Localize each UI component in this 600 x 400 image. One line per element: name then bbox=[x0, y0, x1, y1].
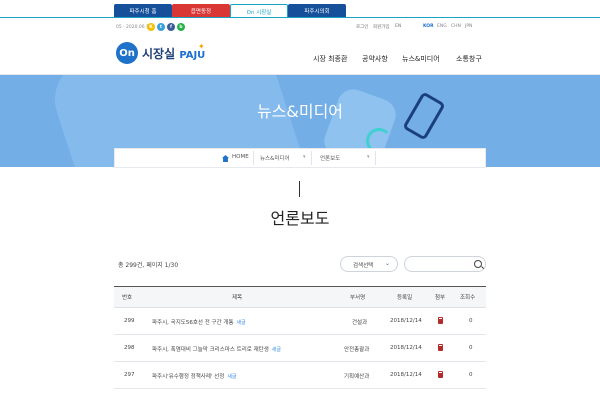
breadcrumb: HOME 뉴스&미디어 ▾ 언론보도 ▾ bbox=[114, 148, 486, 168]
table-row[interactable]: 297 파주시'유수행정 정책사례' 선정 새글 기획예산과 2018/12/14… bbox=[114, 362, 486, 389]
utility-bar: 05 · 2020.06 현재 K t f b 로그인 회원가입 EN KOR … bbox=[0, 21, 600, 35]
en-link[interactable]: EN bbox=[395, 24, 401, 29]
banner-title: 뉴스&미디어 bbox=[256, 102, 344, 121]
th-dept: 부서명 bbox=[350, 295, 366, 301]
lang-jpn[interactable]: JPN bbox=[465, 24, 472, 29]
lang-eng[interactable]: ENG bbox=[437, 24, 447, 29]
th-title: 제목 bbox=[232, 295, 243, 301]
blog-icon[interactable]: b bbox=[177, 23, 185, 31]
page-title: 언론보도 bbox=[270, 209, 330, 228]
kakaostory-icon[interactable]: K bbox=[147, 23, 155, 31]
th-date: 등록일 bbox=[397, 295, 413, 301]
breadcrumb-press[interactable]: 언론보도 bbox=[320, 154, 340, 162]
breadcrumb-separator bbox=[253, 151, 254, 165]
home-icon[interactable] bbox=[222, 155, 229, 162]
search-input[interactable] bbox=[411, 259, 471, 270]
row-title-text[interactable]: 파주시, 국지도56호선 전 구간 개통 bbox=[152, 320, 234, 326]
row-number: 297 bbox=[124, 372, 135, 378]
nav-news-media[interactable]: 뉴스&미디어 bbox=[402, 54, 440, 64]
breadcrumb-separator bbox=[311, 151, 312, 165]
th-views: 조회수 bbox=[460, 295, 476, 301]
press-table: 번호 제목 부서명 등록일 첨부 조회수 299 파주시, 국지도56호선 전 … bbox=[114, 286, 486, 389]
nav-pledges[interactable]: 공약사항 bbox=[362, 54, 388, 64]
logo-title: 시장실 bbox=[142, 47, 176, 61]
site-logo[interactable]: On 시장실 PAJU ✦ bbox=[116, 42, 216, 66]
lang-kor[interactable]: KOR bbox=[423, 24, 434, 29]
row-date: 2018/12/14 bbox=[390, 372, 422, 378]
row-number: 299 bbox=[124, 318, 135, 324]
new-badge: 새글 bbox=[271, 347, 281, 353]
tab-divider bbox=[0, 17, 600, 18]
attachment-icon[interactable] bbox=[438, 371, 443, 378]
row-number: 298 bbox=[124, 345, 135, 351]
row-dept: 건설과 bbox=[352, 320, 368, 326]
select-value: 검색선택 bbox=[353, 263, 374, 269]
breadcrumb-news-media[interactable]: 뉴스&미디어 bbox=[260, 154, 290, 162]
chevron-down-icon[interactable]: ▾ bbox=[367, 154, 370, 160]
facebook-icon[interactable]: f bbox=[167, 23, 175, 31]
search-box bbox=[404, 256, 486, 272]
total-count: 총 299건, 페이지 1/30 bbox=[118, 262, 179, 269]
row-title-text[interactable]: 파주시, 폭염대비 그늘막 크리스마스 트리로 재탄생 bbox=[152, 347, 269, 353]
new-badge: 새글 bbox=[236, 320, 246, 326]
search-icon[interactable] bbox=[474, 260, 482, 268]
row-title[interactable]: 파주시, 폭염대비 그늘막 크리스마스 트리로 재탄생 새글 bbox=[152, 345, 281, 353]
row-title[interactable]: 파주시, 국지도56호선 전 구간 개통 새글 bbox=[152, 318, 246, 326]
twitter-icon[interactable]: t bbox=[157, 23, 165, 31]
row-title-text[interactable]: 파주시'유수행정 정책사례' 선정 bbox=[152, 374, 224, 380]
attachment-icon[interactable] bbox=[438, 344, 443, 351]
title-accent-line bbox=[299, 181, 300, 197]
logo-paju: PAJU bbox=[179, 50, 206, 61]
tab-city-council[interactable]: 파주시의회 bbox=[288, 4, 346, 18]
logo-star-icon: ✦ bbox=[198, 42, 205, 51]
row-title[interactable]: 파주시'유수행정 정책사례' 선정 새글 bbox=[152, 372, 237, 380]
row-views: 0 bbox=[469, 345, 473, 351]
login-link[interactable]: 로그인 bbox=[356, 24, 368, 30]
tab-paju-home[interactable]: 파주시청 홈 bbox=[114, 4, 172, 18]
site-tabs: 파주시청 홈 읍면동정 On 시장실 파주시의회 bbox=[0, 0, 600, 18]
th-number: 번호 bbox=[122, 295, 133, 301]
row-date: 2018/12/14 bbox=[390, 318, 422, 324]
row-dept: 기획예산과 bbox=[344, 374, 370, 380]
tab-on-mayor[interactable]: On 시장실 bbox=[230, 4, 288, 18]
tab-eupmyeondong[interactable]: 읍면동정 bbox=[172, 4, 230, 18]
chevron-down-icon: ⌄ bbox=[385, 260, 391, 267]
breadcrumb-separator bbox=[375, 151, 376, 165]
logo-on-badge: On bbox=[116, 42, 138, 64]
table-row[interactable]: 298 파주시, 폭염대비 그늘막 크리스마스 트리로 재탄생 새글 안전총괄과 … bbox=[114, 335, 486, 362]
lang-chn[interactable]: CHN bbox=[451, 24, 461, 29]
breadcrumb-home[interactable]: HOME bbox=[232, 154, 249, 160]
nav-communication[interactable]: 소통창구 bbox=[456, 54, 482, 64]
logo-text: 시장실 PAJU bbox=[142, 45, 205, 62]
th-attach: 첨부 bbox=[435, 295, 446, 301]
table-header: 번호 제목 부서명 등록일 첨부 조회수 bbox=[114, 286, 486, 308]
attachment-icon[interactable] bbox=[438, 317, 443, 324]
row-views: 0 bbox=[469, 372, 473, 378]
search-type-select[interactable]: 검색선택 ⌄ bbox=[340, 256, 398, 272]
join-link[interactable]: 회원가입 bbox=[373, 24, 390, 30]
table-row[interactable]: 299 파주시, 국지도56호선 전 구간 개통 새글 건설과 2018/12/1… bbox=[114, 308, 486, 335]
row-views: 0 bbox=[469, 318, 473, 324]
new-badge: 새글 bbox=[227, 374, 237, 380]
row-date: 2018/12/14 bbox=[390, 345, 422, 351]
nav-mayor[interactable]: 시장 최종환 bbox=[313, 54, 347, 64]
chevron-down-icon[interactable]: ▾ bbox=[303, 154, 306, 160]
row-dept: 안전총괄과 bbox=[344, 347, 370, 353]
